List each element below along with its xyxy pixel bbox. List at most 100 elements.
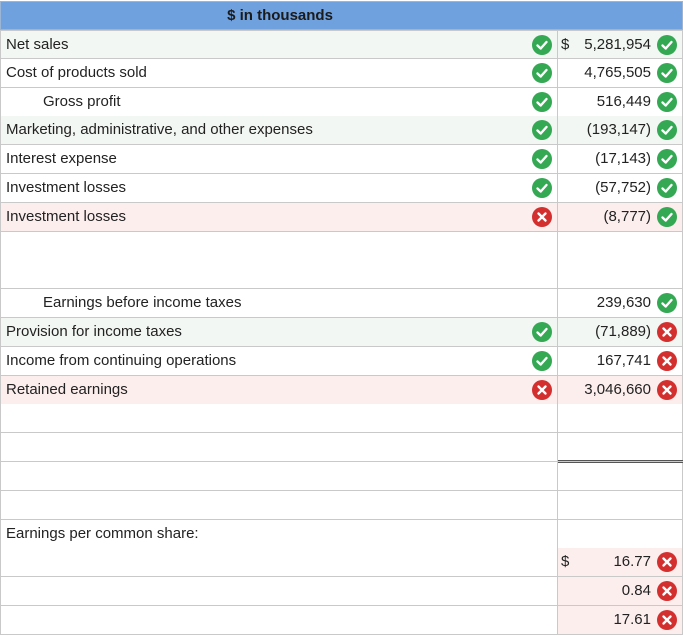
value-cell[interactable]: 4,765,505 bbox=[558, 58, 683, 88]
check-icon bbox=[532, 62, 552, 83]
x-icon bbox=[657, 379, 677, 400]
row-label: Provision for income taxes bbox=[6, 323, 182, 340]
label-cell[interactable]: Investment losses bbox=[0, 174, 558, 203]
label-cell[interactable] bbox=[0, 606, 558, 635]
table-row: Investment losses (57,752) bbox=[0, 174, 683, 203]
check-icon bbox=[657, 120, 677, 141]
row-value: (17,143) bbox=[595, 150, 651, 168]
x-icon bbox=[657, 350, 677, 371]
row-value: (71,889) bbox=[595, 323, 651, 340]
check-icon bbox=[532, 35, 552, 55]
x-icon bbox=[657, 552, 677, 573]
x-icon bbox=[657, 610, 677, 630]
label-cell[interactable]: Investment losses bbox=[0, 202, 558, 232]
table-row bbox=[0, 260, 683, 290]
table-row: Interest expense (17,143) bbox=[0, 145, 683, 175]
table-header: $ in thousands bbox=[0, 1, 683, 30]
label-cell[interactable] bbox=[0, 548, 558, 578]
label-cell[interactable] bbox=[0, 490, 558, 520]
table-row: Cost of products sold 4,765,505 bbox=[0, 58, 683, 88]
row-value: 239,630 bbox=[596, 294, 651, 312]
currency-symbol: $ bbox=[561, 553, 570, 571]
value-cell[interactable]: $5,281,954 bbox=[558, 30, 683, 59]
check-icon bbox=[532, 91, 552, 112]
row-label: Earnings before income taxes bbox=[43, 294, 242, 312]
value-cell[interactable]: (71,889) bbox=[558, 318, 683, 347]
table-row: Investment losses (8,777) bbox=[0, 202, 683, 232]
table-row bbox=[0, 433, 683, 463]
row-label: Income from continuing operations bbox=[6, 351, 237, 369]
label-cell[interactable] bbox=[0, 404, 558, 434]
label-cell[interactable]: Gross profit bbox=[0, 87, 558, 117]
row-label: Gross profit bbox=[43, 92, 121, 110]
label-cell[interactable]: Net sales bbox=[0, 30, 558, 59]
row-label: Cost of products sold bbox=[6, 63, 147, 81]
table-row bbox=[0, 462, 683, 491]
row-value: 167,741 bbox=[596, 351, 651, 369]
value-cell[interactable] bbox=[558, 433, 683, 463]
value-cell[interactable]: 167,741 bbox=[558, 346, 683, 376]
check-icon bbox=[657, 178, 677, 198]
row-value: 5,281,954 bbox=[584, 36, 651, 53]
label-cell[interactable]: Retained earnings bbox=[0, 375, 558, 405]
row-value: 516,449 bbox=[596, 92, 651, 110]
label-cell[interactable] bbox=[0, 462, 558, 491]
value-cell[interactable]: (17,143) bbox=[558, 145, 683, 175]
row-label: Retained earnings bbox=[6, 380, 128, 398]
check-icon bbox=[657, 206, 677, 227]
value-cell[interactable] bbox=[558, 260, 683, 290]
label-cell[interactable]: Earnings before income taxes bbox=[0, 289, 558, 319]
row-label: Investment losses bbox=[6, 179, 127, 196]
value-cell[interactable]: 239,630 bbox=[558, 289, 683, 319]
check-icon bbox=[657, 62, 677, 83]
table-row: 0.84 bbox=[0, 577, 683, 607]
value-cell[interactable]: (57,752) bbox=[558, 174, 683, 203]
label-cell[interactable]: Interest expense bbox=[0, 145, 558, 175]
label-cell[interactable]: Provision for income taxes bbox=[0, 318, 558, 347]
label-cell[interactable]: Marketing, administrative, and other exp… bbox=[0, 116, 558, 146]
row-value: 0.84 bbox=[621, 582, 651, 600]
value-cell[interactable] bbox=[558, 404, 683, 434]
x-icon bbox=[532, 379, 552, 400]
table-row: $16.77 bbox=[0, 548, 683, 578]
label-cell[interactable] bbox=[0, 577, 558, 607]
label-cell[interactable] bbox=[0, 260, 558, 290]
value-cell[interactable] bbox=[558, 231, 683, 261]
check-icon bbox=[657, 149, 677, 170]
label-cell[interactable] bbox=[0, 433, 558, 463]
value-cell[interactable]: (8,777) bbox=[558, 202, 683, 232]
row-value: (193,147) bbox=[586, 121, 651, 139]
label-cell[interactable] bbox=[0, 231, 558, 261]
row-value: 4,765,505 bbox=[584, 63, 651, 81]
value-cell[interactable] bbox=[558, 519, 683, 549]
x-icon bbox=[657, 322, 677, 342]
check-icon bbox=[532, 178, 552, 198]
table-row: 17.61 bbox=[0, 606, 683, 635]
table-row: Provision for income taxes (71,889) bbox=[0, 318, 683, 347]
label-cell[interactable]: Cost of products sold bbox=[0, 58, 558, 88]
value-cell[interactable]: 17.61 bbox=[558, 606, 683, 635]
table-row bbox=[0, 490, 683, 520]
check-icon bbox=[657, 91, 677, 112]
double-underline bbox=[558, 460, 683, 463]
value-cell[interactable]: (193,147) bbox=[558, 116, 683, 146]
value-cell[interactable]: 3,046,660 bbox=[558, 375, 683, 405]
value-cell[interactable]: 516,449 bbox=[558, 87, 683, 117]
value-cell[interactable]: 0.84 bbox=[558, 577, 683, 607]
x-icon bbox=[657, 581, 677, 602]
check-icon bbox=[657, 35, 677, 55]
value-cell[interactable] bbox=[558, 490, 683, 520]
table-row: Net sales $5,281,954 bbox=[0, 30, 683, 59]
label-cell[interactable]: Income from continuing operations bbox=[0, 346, 558, 376]
value-cell[interactable]: $16.77 bbox=[558, 548, 683, 578]
table-header-title: $ in thousands bbox=[227, 7, 333, 24]
value-cell[interactable] bbox=[558, 462, 683, 491]
row-value: 16.77 bbox=[613, 553, 651, 571]
currency-symbol: $ bbox=[561, 36, 570, 53]
table-row: Earnings before income taxes 239,630 bbox=[0, 289, 683, 319]
row-label: Net sales bbox=[6, 36, 69, 53]
label-cell[interactable]: Earnings per common share: bbox=[0, 519, 558, 549]
table-row: Earnings per common share: bbox=[0, 519, 683, 549]
check-icon bbox=[532, 120, 552, 141]
check-icon bbox=[532, 322, 552, 342]
